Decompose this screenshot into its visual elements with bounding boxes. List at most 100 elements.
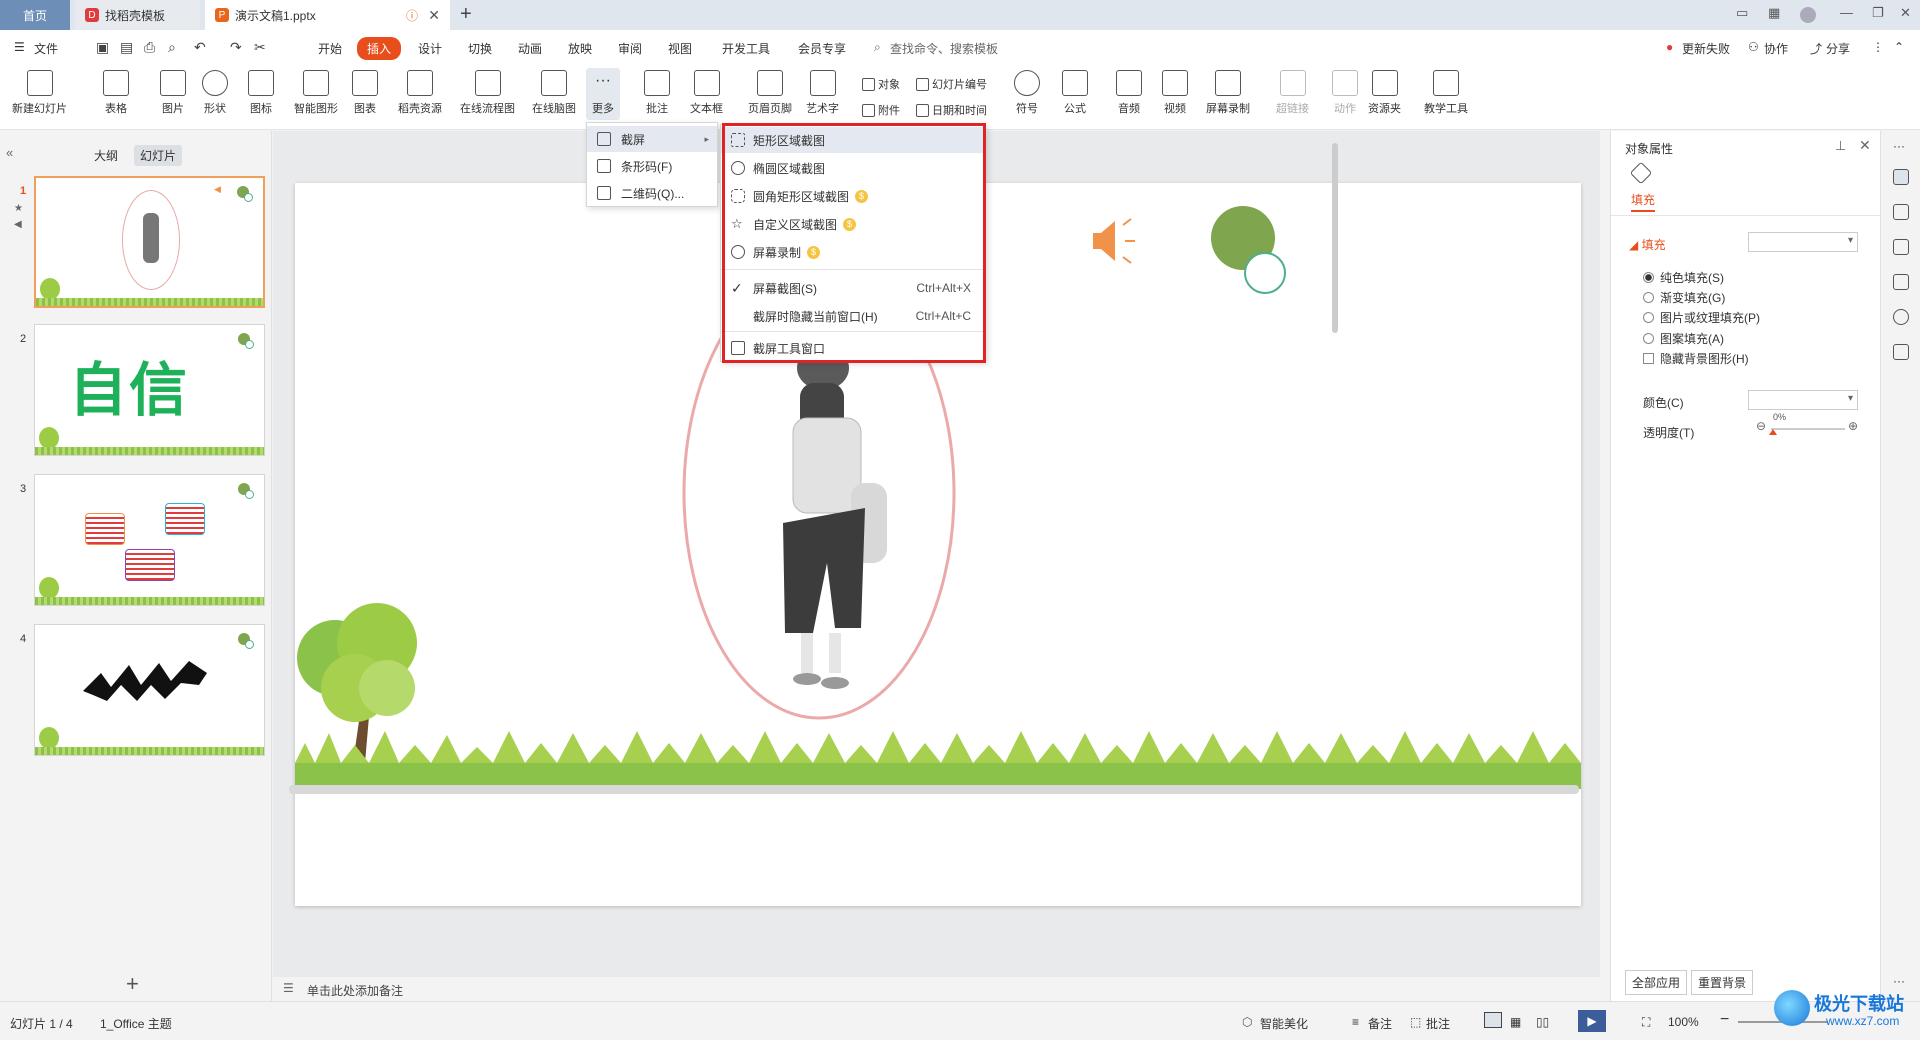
color-picker[interactable]: [1748, 390, 1858, 410]
comments-toggle[interactable]: 批注: [1426, 1015, 1450, 1032]
save-icon[interactable]: ▣: [96, 39, 109, 56]
hyperlink-button[interactable]: 超链接: [1276, 70, 1309, 116]
solid-fill-option[interactable]: 纯色填充(S): [1643, 269, 1724, 286]
transition-icon[interactable]: [1893, 239, 1909, 255]
apps-grid-icon[interactable]: ▦: [1768, 5, 1780, 21]
smart-graphic-button[interactable]: 智能图形: [294, 70, 338, 116]
shape-button[interactable]: 形状: [202, 70, 228, 116]
slide-number-button[interactable]: 幻灯片编号: [916, 76, 987, 92]
menu-transition[interactable]: 切换: [468, 40, 492, 57]
collapse-panel-icon[interactable]: «: [6, 145, 13, 160]
collaborate-button[interactable]: 协作: [1764, 40, 1788, 57]
wordart-button[interactable]: 艺术字: [806, 70, 839, 116]
slide-thumbnail-3[interactable]: [34, 474, 265, 606]
fill-section-header[interactable]: ◢ 填充: [1629, 236, 1666, 253]
tab-outline[interactable]: 大纲: [88, 145, 124, 166]
reading-view-icon[interactable]: ▯▯: [1536, 1015, 1549, 1029]
menu-review[interactable]: 审阅: [618, 40, 642, 57]
transparency-slider[interactable]: [1771, 428, 1845, 430]
menu-slideshow[interactable]: 放映: [568, 40, 592, 57]
undo-icon[interactable]: ↶: [194, 39, 206, 56]
print-icon[interactable]: ⎙: [144, 39, 155, 56]
tab-slides[interactable]: 幻灯片: [134, 145, 183, 166]
play-slideshow-icon[interactable]: ▶: [1578, 1010, 1606, 1032]
reset-background-button[interactable]: 重置背景: [1691, 970, 1754, 995]
apply-all-button[interactable]: 全部应用: [1625, 970, 1688, 995]
table-button[interactable]: 表格: [103, 70, 129, 116]
close-panel-icon[interactable]: ✕: [1859, 137, 1871, 154]
sorter-view-icon[interactable]: ▦: [1510, 1015, 1521, 1029]
screen-record-button[interactable]: 屏幕录制: [1206, 70, 1250, 116]
horizontal-scrollbar[interactable]: [289, 785, 1579, 794]
update-failed[interactable]: 更新失败: [1682, 40, 1730, 57]
comment-button[interactable]: 批注: [644, 70, 670, 116]
pin-icon[interactable]: ⊥: [1835, 138, 1846, 154]
menu-insert[interactable]: 插入: [357, 37, 402, 60]
menu-qrcode[interactable]: 二维码(Q)...: [587, 180, 717, 206]
export-pdf-icon[interactable]: ▤: [120, 39, 133, 56]
symbol-button[interactable]: 符号: [1014, 70, 1040, 116]
formula-button[interactable]: 公式: [1062, 70, 1088, 116]
hide-background-checkbox[interactable]: 隐藏背景图形(H): [1643, 350, 1749, 367]
restore-icon[interactable]: ❐: [1872, 5, 1884, 21]
panel-title[interactable]: 对象属性: [1625, 140, 1673, 157]
vertical-scrollbar[interactable]: [1330, 131, 1340, 979]
chart-button[interactable]: 图表: [352, 70, 378, 116]
tab-docer-template[interactable]: D 找稻壳模板: [75, 0, 200, 30]
mindmap-button[interactable]: 在线脑图: [532, 70, 576, 116]
layout-icon[interactable]: ▭: [1736, 5, 1748, 21]
menu-barcode[interactable]: 条形码(F): [587, 153, 717, 179]
hamburger-icon[interactable]: ☰: [14, 40, 25, 54]
attachment-button[interactable]: 附件: [862, 102, 900, 118]
resource-folder-button[interactable]: 资源夹: [1368, 70, 1401, 116]
object-button[interactable]: 对象: [862, 76, 900, 92]
increase-icon[interactable]: ⊕: [1848, 419, 1858, 433]
slide-thumbnail-2[interactable]: 自信: [34, 324, 265, 456]
audio-button[interactable]: 音频: [1116, 70, 1142, 116]
picture-tools-icon[interactable]: [1893, 274, 1909, 290]
menu-file[interactable]: 文件: [34, 40, 58, 57]
more-options-icon[interactable]: ⋮: [1872, 40, 1884, 54]
properties-icon[interactable]: [1893, 169, 1909, 185]
tab-document[interactable]: P 演示文稿1.pptx ⓘ ✕: [205, 0, 450, 30]
menu-design[interactable]: 设计: [418, 40, 442, 57]
redo-icon[interactable]: ↷: [230, 39, 242, 56]
menu-screenshot[interactable]: 截屏 ▸: [587, 126, 717, 152]
format-painter-icon[interactable]: ✂: [254, 39, 266, 56]
decrease-icon[interactable]: ⊖: [1756, 419, 1766, 433]
teaching-tools-button[interactable]: 教学工具: [1424, 70, 1468, 116]
video-button[interactable]: 视频: [1162, 70, 1188, 116]
more-icon[interactable]: ···: [1893, 139, 1909, 155]
new-slide-button[interactable]: 新建幻灯片: [12, 70, 67, 116]
menu-view[interactable]: 视图: [668, 40, 692, 57]
menu-member[interactable]: 会员专享: [798, 40, 846, 57]
action-button[interactable]: 动作: [1332, 70, 1358, 116]
close-window-icon[interactable]: ✕: [1900, 5, 1911, 21]
add-slide-icon[interactable]: +: [126, 971, 139, 997]
gradient-fill-option[interactable]: 渐变填充(G): [1643, 289, 1725, 306]
command-search[interactable]: 查找命令、搜索模板: [890, 40, 998, 57]
picture-fill-option[interactable]: 图片或纹理填充(P): [1643, 309, 1760, 326]
theme-name[interactable]: 1_Office 主题: [100, 1015, 172, 1032]
slider-handle[interactable]: [1769, 429, 1777, 435]
pattern-fill-option[interactable]: 图案填充(A): [1643, 330, 1724, 347]
header-footer-button[interactable]: 页眉页脚: [748, 70, 792, 116]
new-tab-icon[interactable]: +: [460, 3, 472, 26]
slide-thumbnail-4[interactable]: [34, 624, 265, 756]
date-time-button[interactable]: 日期和时间: [916, 102, 987, 118]
smart-beautify-button[interactable]: 智能美化: [1260, 1015, 1308, 1032]
share-button[interactable]: 分享: [1826, 40, 1850, 57]
scrollbar-thumb[interactable]: [1332, 143, 1338, 333]
flowchart-button[interactable]: 在线流程图: [460, 70, 515, 116]
docer-resource-button[interactable]: 稻壳资源: [398, 70, 442, 116]
print-preview-icon[interactable]: ⌕: [168, 39, 176, 56]
avatar[interactable]: [1800, 7, 1816, 23]
zoom-level[interactable]: 100%: [1668, 1015, 1699, 1029]
animation-icon[interactable]: [1893, 204, 1909, 220]
location-icon[interactable]: [1893, 309, 1909, 325]
tab-fill[interactable]: 填充: [1631, 191, 1656, 212]
collapse-ribbon-icon[interactable]: ⌃: [1894, 40, 1904, 54]
notes-toggle[interactable]: 备注: [1368, 1015, 1392, 1032]
menu-developer[interactable]: 开发工具: [722, 40, 770, 57]
zoom-out-icon[interactable]: −: [1720, 1011, 1729, 1029]
